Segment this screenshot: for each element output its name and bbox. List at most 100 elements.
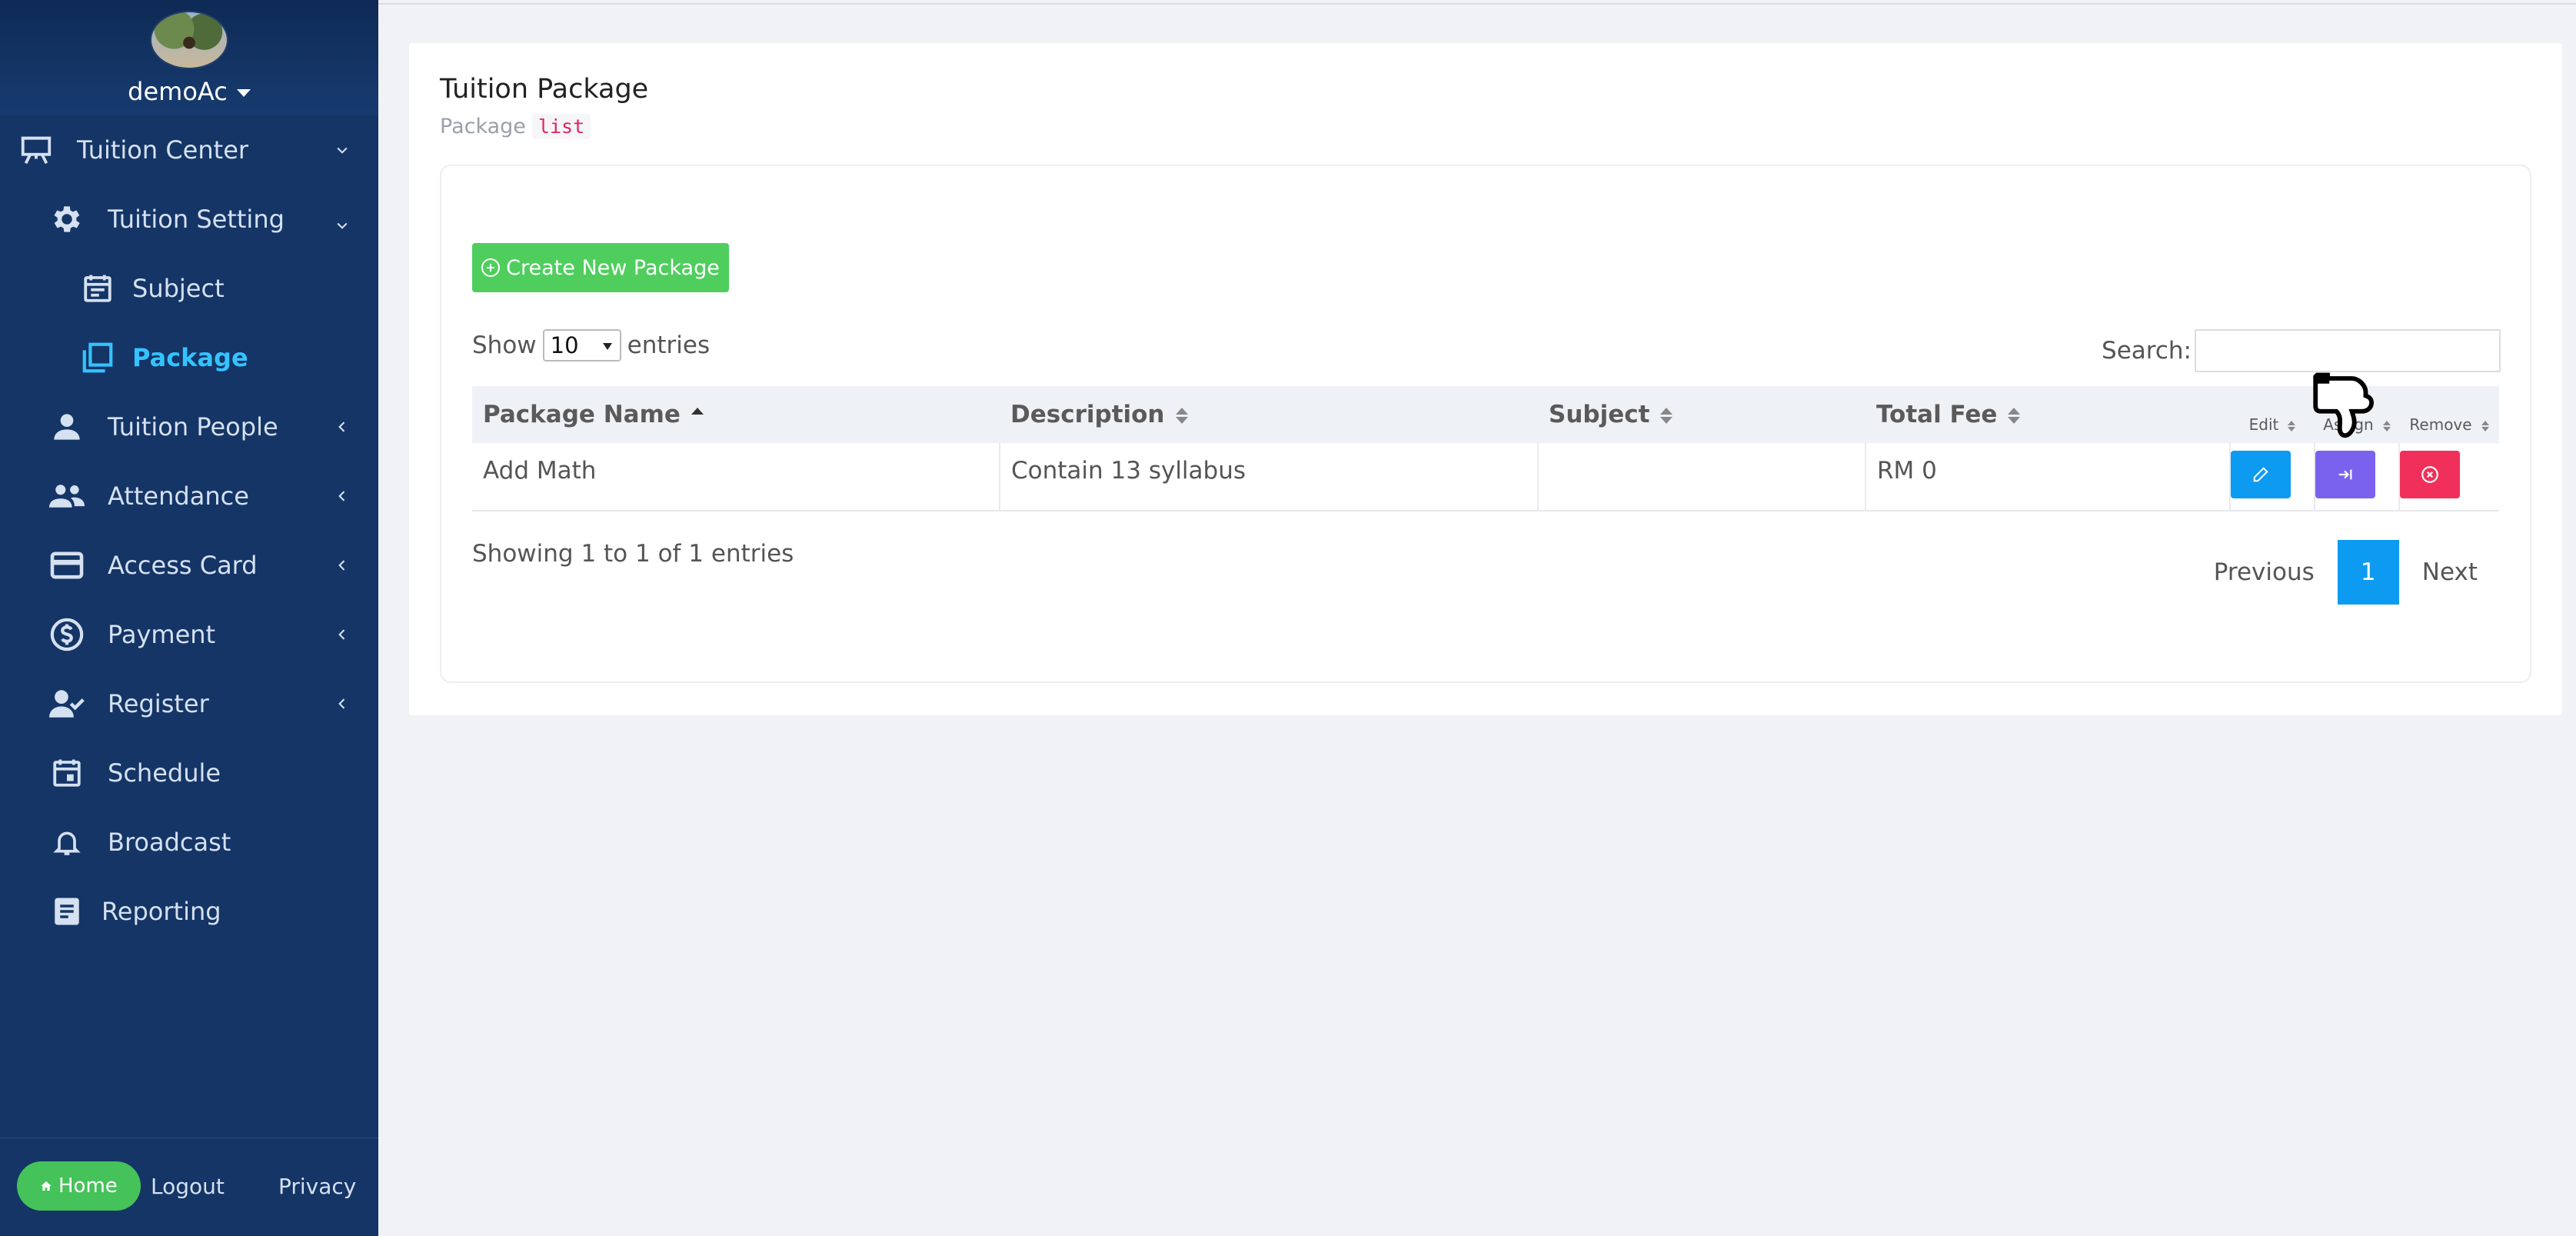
search-input[interactable]: [2195, 329, 2501, 372]
sort-icon: [1660, 408, 1673, 424]
assign-button[interactable]: [2315, 451, 2375, 498]
sidebar-item-payment[interactable]: Payment: [0, 600, 378, 669]
arrow-to-right-icon: [2338, 469, 2352, 480]
column-header-total-fee[interactable]: Total Fee: [1865, 386, 2230, 443]
chevron-down-icon: [332, 140, 352, 160]
presentation-board-icon: [18, 132, 54, 168]
entries-label: entries: [627, 331, 711, 359]
credit-card-icon: [49, 548, 85, 583]
home-label: Home: [58, 1174, 118, 1198]
bell-icon: [49, 825, 85, 860]
cell-description: Contain 13 syllabus: [1000, 443, 1539, 511]
sidebar-item-label: Tuition Setting: [108, 205, 285, 234]
column-header-subject[interactable]: Subject: [1538, 386, 1865, 443]
sidebar-item-broadcast[interactable]: Broadcast: [0, 808, 378, 877]
entries-length-control: Show 10 entries: [472, 329, 710, 361]
calendar-icon: [49, 755, 85, 791]
sidebar-item-reporting[interactable]: Reporting: [0, 877, 378, 946]
page-1-button[interactable]: 1: [2337, 540, 2399, 605]
page-subtitle: Package list: [440, 114, 591, 139]
chevron-left-icon: [332, 625, 352, 645]
avatar[interactable]: [150, 11, 228, 69]
sidebar-item-package[interactable]: Package: [0, 323, 378, 392]
column-label: Subject: [1549, 401, 1650, 428]
home-button[interactable]: Home: [17, 1161, 141, 1211]
sidebar-item-register[interactable]: Register: [0, 669, 378, 738]
hand-pointer-cursor-icon: [2313, 372, 2375, 438]
entries-select-value: 10: [550, 332, 579, 358]
create-label: Create New Package: [506, 255, 720, 280]
calendar-list-icon: [80, 271, 115, 306]
logout-link[interactable]: Logout: [151, 1174, 225, 1199]
sidebar-item-label: Package: [132, 343, 248, 372]
package-card: Tuition Package Package list Create New …: [409, 43, 2562, 715]
sidebar-item-label: Tuition People: [108, 412, 278, 441]
copy-squares-icon: [80, 340, 115, 375]
show-label: Show: [472, 331, 537, 359]
table-header-row: Package Name Description Subject Total F…: [472, 386, 2499, 443]
column-label: Total Fee: [1876, 401, 1998, 428]
chevron-down-icon: [332, 215, 352, 235]
sort-icon: [2288, 420, 2296, 431]
close-circle-icon: [2421, 466, 2438, 483]
column-header-description[interactable]: Description: [1000, 386, 1538, 443]
column-label: Description: [1010, 401, 1165, 428]
previous-page-button[interactable]: Previous: [2191, 558, 2338, 586]
subtitle-text: Package: [440, 115, 526, 138]
cell-edit: [2230, 443, 2315, 511]
package-table-panel: Create New Package Show 10 entries Searc…: [440, 165, 2531, 683]
entries-select[interactable]: 10: [542, 329, 621, 361]
package-table: Package Name Description Subject Total F…: [472, 386, 2499, 511]
sidebar-item-label: Access Card: [108, 551, 258, 580]
sidebar-header: demoAc: [0, 0, 378, 115]
person-icon: [49, 409, 85, 445]
page-title: Tuition Package: [440, 74, 649, 105]
sidebar-menu: Tuition Center Tuition Setting Subject P…: [0, 115, 378, 946]
sidebar-item-label: Tuition Center: [77, 135, 249, 165]
sidebar-item-attendance[interactable]: Attendance: [0, 461, 378, 531]
column-header-edit[interactable]: Edit: [2230, 386, 2315, 443]
pagination: Previous 1 Next: [2191, 540, 2501, 605]
plus-circle-icon: [481, 258, 501, 277]
column-label: Remove: [2409, 415, 2472, 434]
sidebar-item-tuition-center[interactable]: Tuition Center: [0, 115, 378, 185]
table-row: Add Math Contain 13 syllabus RM 0: [472, 443, 2499, 511]
sidebar-item-tuition-people[interactable]: Tuition People: [0, 392, 378, 461]
sidebar-item-label: Attendance: [108, 481, 249, 511]
sidebar: demoAc Tuition Center Tuition Setting Su…: [0, 0, 378, 1236]
create-new-package-button[interactable]: Create New Package: [472, 243, 729, 292]
cell-package-name: Add Math: [472, 443, 1000, 511]
document-icon: [49, 894, 85, 929]
sidebar-item-label: Register: [108, 689, 209, 718]
edit-button[interactable]: [2231, 451, 2291, 498]
pencil-icon: [2253, 467, 2268, 482]
sidebar-item-label: Reporting: [102, 897, 221, 926]
next-page-button[interactable]: Next: [2399, 558, 2501, 586]
sidebar-footer: Home Logout Privacy: [0, 1138, 378, 1236]
search-label: Search:: [2102, 337, 2192, 365]
sidebar-item-subject[interactable]: Subject: [0, 254, 378, 323]
sort-icon: [1175, 408, 1188, 424]
column-label: Edit: [2248, 415, 2279, 434]
chevron-left-icon: [332, 555, 352, 575]
sidebar-item-label: Payment: [108, 620, 216, 649]
chevron-left-icon: [332, 694, 352, 714]
sidebar-item-label: Broadcast: [108, 828, 231, 857]
table-info: Showing 1 to 1 of 1 entries: [472, 540, 794, 568]
table-search: Search:: [2102, 329, 2501, 372]
dropdown-arrow-icon: [602, 343, 612, 350]
column-header-package-name[interactable]: Package Name: [472, 386, 1000, 443]
sidebar-item-schedule[interactable]: Schedule: [0, 738, 378, 808]
column-header-remove[interactable]: Remove: [2399, 386, 2499, 443]
remove-button[interactable]: [2400, 451, 2460, 498]
user-menu-toggle[interactable]: demoAc: [128, 77, 251, 106]
sidebar-item-label: Schedule: [108, 758, 221, 788]
person-check-icon: [49, 686, 85, 721]
caret-down-icon: [236, 89, 251, 97]
privacy-link[interactable]: Privacy: [278, 1174, 356, 1199]
cell-remove: [2399, 443, 2499, 511]
home-icon: [41, 1181, 52, 1191]
sidebar-item-access-card[interactable]: Access Card: [0, 531, 378, 600]
sidebar-item-tuition-setting[interactable]: Tuition Setting: [0, 185, 378, 254]
username: demoAc: [128, 77, 228, 106]
